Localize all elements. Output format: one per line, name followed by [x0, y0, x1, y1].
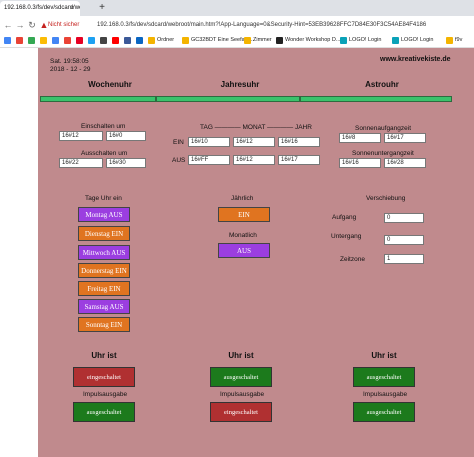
pulse-status-indicator: ausgeschaltet — [353, 402, 415, 422]
bookmark-logo-login[interactable]: LOGO! Login — [349, 34, 381, 47]
pulse-status-indicator: ausgeschaltet — [73, 402, 135, 422]
clock-status-indicator: eingeschaltet — [73, 367, 135, 387]
bookmark-icon[interactable] — [100, 37, 107, 44]
pulse-status-indicator: eingeschaltet — [210, 402, 272, 422]
clock-status-title: Uhr ist — [91, 351, 117, 360]
bookmark-icon[interactable] — [28, 37, 35, 44]
pulse-output-label: Impulsausgabe — [83, 391, 128, 398]
aus-tag-input[interactable]: 16#FF — [188, 155, 230, 165]
bookmark-zimmer[interactable]: Zimmer — [253, 34, 272, 47]
bookmark-icon[interactable] — [112, 37, 119, 44]
aufgang-label: Aufgang — [332, 214, 357, 221]
on-time-label: Einschalten um — [81, 123, 126, 130]
zeitzone-label: Zeitzone — [340, 256, 365, 263]
pulse-output-label: Impulsausgabe — [363, 391, 408, 398]
days-title: Tage Uhr ein — [85, 195, 122, 202]
clock-status-indicator: ausgeschaltet — [210, 367, 272, 387]
day-sunday-button[interactable]: Sonntag EIN — [78, 317, 130, 332]
sidebar — [0, 48, 39, 457]
bookmark-icon[interactable] — [16, 37, 23, 44]
section-title-astrouhr: Astrouhr — [365, 80, 399, 89]
bookmark-icon[interactable] — [340, 37, 347, 44]
shift-title: Verschiebung — [366, 195, 406, 202]
sunrise-minute-input[interactable]: 16#17 — [384, 133, 426, 143]
bookmark-icon[interactable] — [64, 37, 71, 44]
folder-icon[interactable] — [446, 37, 453, 44]
on-minute-input[interactable]: 16#0 — [106, 131, 146, 141]
sunset-hour-input[interactable]: 16#16 — [339, 158, 381, 168]
reload-icon[interactable]: ↻ — [26, 16, 38, 34]
section-title-jahresuhr: Jahresuhr — [220, 80, 260, 89]
ein-monat-input[interactable]: 16#12 — [233, 137, 275, 147]
forward-icon[interactable]: → — [14, 16, 26, 34]
bookmark-logo-login-2[interactable]: LOGO! Login — [401, 34, 433, 47]
day-friday-button[interactable]: Freitag EIN — [78, 281, 130, 296]
tab-close-icon[interactable]: × — [70, 1, 78, 16]
day-monday-button[interactable]: Montag AUS — [78, 207, 130, 222]
zeitzone-input[interactable]: 1 — [384, 254, 424, 264]
status-bar-wochenuhr — [40, 96, 156, 102]
sunrise-label: Sonnenaufgangzeit — [355, 125, 412, 132]
bookmark-f9v[interactable]: f9v — [455, 34, 462, 47]
date-time: 2018 - 12 - 29 — [50, 66, 91, 73]
clock-status-title: Uhr ist — [228, 351, 254, 360]
ein-jahr-input[interactable]: 16#16 — [278, 137, 320, 147]
section-title-wochenuhr: Wochenuhr — [88, 80, 132, 89]
folder-icon[interactable] — [148, 37, 155, 44]
back-icon[interactable]: ← — [2, 16, 14, 34]
day-thursday-button[interactable]: Donnerstag EIN — [78, 263, 130, 278]
aufgang-input[interactable]: 0 — [384, 213, 424, 223]
bookmark-icon[interactable] — [52, 37, 59, 44]
date-time: Sat. 19:58:05 — [50, 58, 89, 65]
day-tuesday-button[interactable]: Dienstag EIN — [78, 226, 130, 241]
day-saturday-button[interactable]: Samstag AUS — [78, 299, 130, 314]
clock-status-title: Uhr ist — [371, 351, 397, 360]
bookmark-icon[interactable] — [124, 37, 131, 44]
yearly-label: Jährlich — [231, 195, 254, 202]
off-minute-input[interactable]: 16#30 — [106, 158, 146, 168]
status-bar-jahresuhr — [156, 96, 300, 102]
bookmark-icon[interactable] — [76, 37, 83, 44]
sunset-minute-input[interactable]: 16#28 — [384, 158, 426, 168]
bookmark-wonder-workshop[interactable]: Wonder Workshop D... — [285, 34, 340, 47]
untergang-input[interactable]: 0 — [384, 235, 424, 245]
aus-jahr-input[interactable]: 16#17 — [278, 155, 320, 165]
ein-tag-input[interactable]: 16#10 — [188, 137, 230, 147]
untergang-label: Untergang — [331, 233, 362, 240]
bookmark-icon[interactable] — [40, 37, 47, 44]
on-hour-input[interactable]: 16#12 — [59, 131, 103, 141]
off-hour-input[interactable]: 16#22 — [59, 158, 103, 168]
url-field[interactable]: 192.168.0.3/fs/dev/sdcard/webroot/main.h… — [97, 16, 426, 34]
folder-icon[interactable] — [244, 37, 251, 44]
website-label: www.kreativekiste.de — [380, 56, 451, 63]
pulse-output-label: Impulsausgabe — [220, 391, 265, 398]
bookmark-icon[interactable] — [276, 37, 283, 44]
monthly-label: Monatlich — [229, 232, 257, 239]
folder-icon[interactable] — [182, 37, 189, 44]
sunset-label: Sonnenuntergangzeit — [352, 150, 414, 157]
new-tab-button[interactable]: + — [96, 2, 108, 14]
ein-label: EIN — [173, 139, 184, 146]
status-bar-astrouhr — [300, 96, 452, 102]
bookmark-ordner[interactable]: Ordner — [157, 34, 174, 47]
bookmark-icon[interactable] — [136, 37, 143, 44]
yearly-toggle-button[interactable]: EIN — [218, 207, 270, 222]
aus-label: AUS — [172, 157, 186, 164]
day-wednesday-button[interactable]: Mittwoch AUS — [78, 245, 130, 260]
date-columns-header: TAG ———— MONAT ———— JAHR — [200, 124, 312, 131]
apps-icon[interactable] — [4, 37, 11, 44]
browser-tab[interactable]: 192.168.0.3/fs/dev/sdcard/webr... — [0, 1, 80, 16]
security-warning[interactable]: Nicht sicher — [48, 16, 79, 34]
monthly-toggle-button[interactable]: AUS — [218, 243, 270, 258]
clock-status-indicator: ausgeschaltet — [353, 367, 415, 387]
bookmark-icon[interactable] — [392, 37, 399, 44]
sunrise-hour-input[interactable]: 16#8 — [339, 133, 381, 143]
aus-monat-input[interactable]: 16#12 — [233, 155, 275, 165]
bookmark-icon[interactable] — [88, 37, 95, 44]
off-time-label: Ausschalten um — [81, 150, 128, 157]
